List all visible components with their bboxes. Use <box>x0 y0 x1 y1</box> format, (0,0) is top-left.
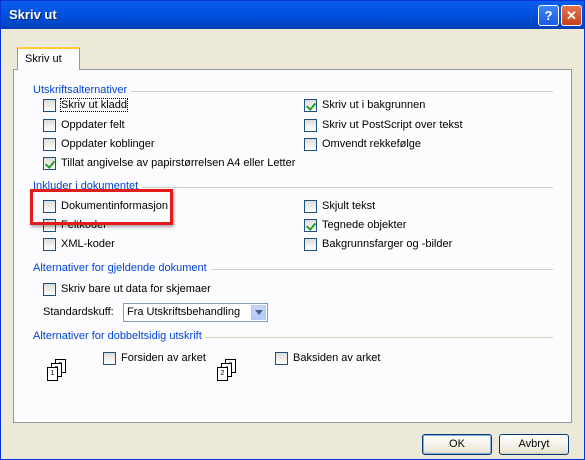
checkbox-label: Skriv ut PostScript over tekst <box>322 119 463 131</box>
duplex-back-pages-icon: 6 4 2 <box>217 359 239 383</box>
checkbox-box[interactable] <box>43 119 56 132</box>
group-title-print-options: Utskriftsalternativer <box>33 84 132 96</box>
group-title-duplex: Alternativer for dobbeltsidig utskrift <box>33 330 206 342</box>
cancel-button[interactable]: Avbryt <box>499 434 569 455</box>
checkbox-label: Tegnede objekter <box>322 219 407 231</box>
checkbox-box[interactable] <box>43 99 56 112</box>
checkbox-label: Tillat angivelse av papirstørrelsen A4 e… <box>61 157 296 169</box>
checkbox-label: Skriv ut kladd <box>59 98 129 112</box>
help-button[interactable]: ? <box>538 5 559 26</box>
tab-print[interactable]: Skriv ut <box>17 47 80 70</box>
title-bar[interactable]: Skriv ut ? ✕ <box>1 1 584 29</box>
group-title-current-document: Alternativer for gjeldende dokument <box>33 262 211 274</box>
checkbox-label: Skjult tekst <box>322 200 376 212</box>
checkbox-box[interactable] <box>304 99 317 112</box>
checkbox-box[interactable] <box>304 219 317 232</box>
checkbox-label: Omvendt rekkefølge <box>322 138 422 150</box>
checkbox-box[interactable] <box>304 138 317 151</box>
checkbox-label: Oppdater felt <box>61 119 125 131</box>
checkbox-label: Bakgrunnsfarger og -bilder <box>322 238 453 250</box>
checkbox-box[interactable] <box>43 138 56 151</box>
checkbox-label: Forsiden av arket <box>121 352 206 364</box>
checkbox-label: Baksiden av arket <box>293 352 381 364</box>
default-tray-select[interactable]: Fra Utskriftsbehandling <box>123 303 268 322</box>
red-highlight-box <box>30 189 173 225</box>
checkbox-box[interactable] <box>103 352 116 365</box>
chevron-down-icon[interactable] <box>251 305 266 320</box>
close-button[interactable]: ✕ <box>561 5 582 26</box>
checkbox-box[interactable] <box>275 352 288 365</box>
print-dialog: Skriv ut ? ✕ Skriv ut Utskriftsalternati… <box>0 0 585 460</box>
checkbox-box[interactable] <box>304 119 317 132</box>
checkbox-box[interactable] <box>304 238 317 251</box>
page-icon: 1 <box>47 367 58 381</box>
checkbox-box[interactable] <box>43 238 56 251</box>
checkbox-label: Oppdater koblinger <box>61 138 155 150</box>
window-title: Skriv ut <box>9 7 57 22</box>
checkbox-label: Skriv ut i bakgrunnen <box>322 99 426 111</box>
default-tray-value: Fra Utskriftsbehandling <box>127 306 241 318</box>
default-tray-label: Standardskuff: <box>43 306 114 318</box>
checkbox-box[interactable] <box>304 200 317 213</box>
checkbox-box[interactable] <box>43 157 56 170</box>
ok-button[interactable]: OK <box>422 434 492 455</box>
checkbox-box[interactable] <box>43 283 56 296</box>
checkbox-label: Skriv bare ut data for skjemaer <box>61 283 211 295</box>
page-icon: 2 <box>217 367 228 381</box>
checkbox-label: XML-koder <box>61 238 115 250</box>
duplex-front-pages-icon: 5 3 1 <box>47 359 69 383</box>
